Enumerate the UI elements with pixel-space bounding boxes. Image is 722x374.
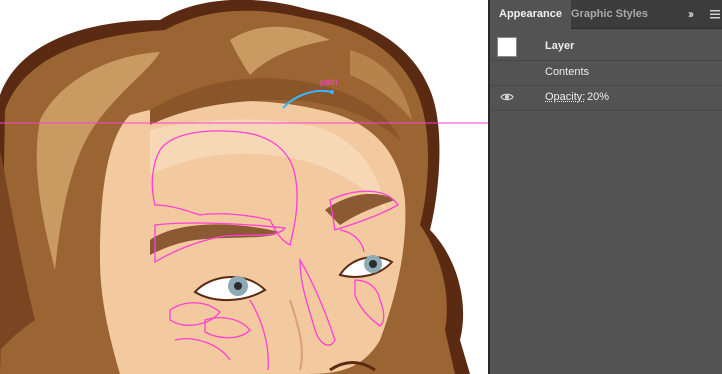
appearance-panel: Appearance Graphic Styles ›› Layer Conte… bbox=[490, 0, 722, 374]
illustration bbox=[0, 0, 488, 374]
panel-tab-bar: Appearance Graphic Styles ›› bbox=[490, 0, 722, 29]
artboard-canvas[interactable]: path bbox=[0, 0, 488, 374]
tab-graphic-styles[interactable]: Graphic Styles bbox=[562, 0, 657, 28]
double-chevron-right-icon[interactable]: ›› bbox=[688, 0, 694, 28]
panel-menu-icon[interactable] bbox=[710, 0, 720, 28]
selection-path-label: path bbox=[320, 77, 338, 87]
layer-label: Layer bbox=[545, 40, 575, 52]
contents-row[interactable]: Contents bbox=[490, 60, 722, 86]
eye-icon[interactable] bbox=[500, 92, 514, 102]
layer-row[interactable]: Layer bbox=[490, 34, 722, 61]
layer-thumbnail bbox=[497, 37, 517, 57]
opacity-value[interactable]: 20% bbox=[587, 85, 609, 110]
tab-appearance[interactable]: Appearance bbox=[490, 0, 571, 29]
opacity-name[interactable]: Opacity: bbox=[545, 91, 585, 103]
opacity-label[interactable]: Opacity: bbox=[545, 85, 585, 110]
contents-label: Contents bbox=[545, 66, 590, 78]
opacity-row[interactable]: Opacity: 20% bbox=[490, 85, 722, 111]
